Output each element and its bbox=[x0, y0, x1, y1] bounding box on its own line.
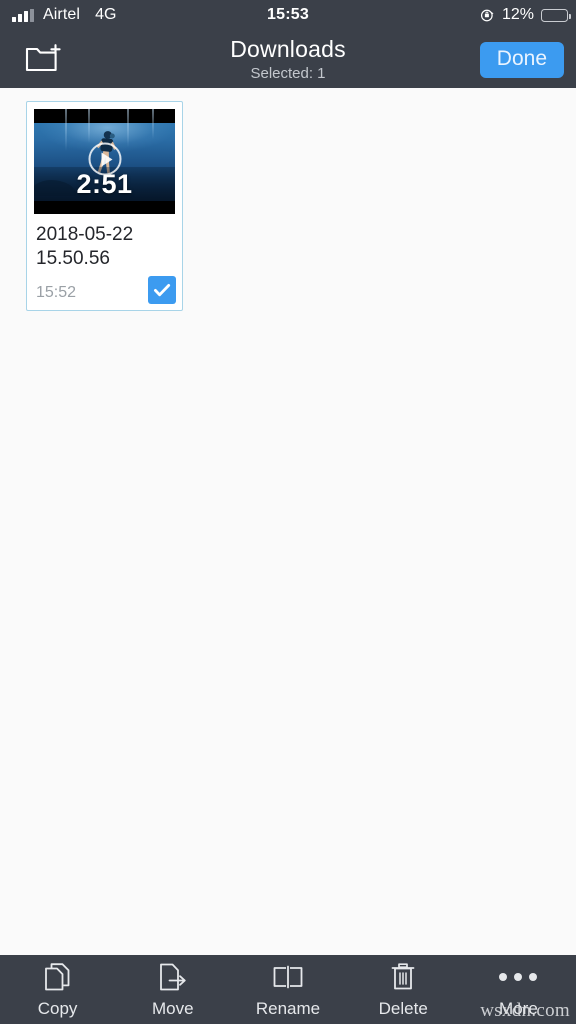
navigation-bar: Downloads Selected: 1 Done bbox=[0, 30, 576, 88]
trash-icon bbox=[390, 961, 416, 993]
video-thumbnail[interactable]: 2:51 bbox=[34, 109, 175, 214]
toolbar-item-more[interactable]: More bbox=[461, 955, 576, 1024]
toolbar-label: More bbox=[499, 999, 538, 1018]
move-icon bbox=[158, 961, 188, 993]
toolbar-label: Move bbox=[152, 999, 194, 1018]
file-grid: 2:51 2018-05-22 15.50.56 15:52 bbox=[26, 101, 576, 311]
video-duration-label: 2:51 bbox=[76, 169, 133, 199]
selection-checkbox[interactable] bbox=[148, 276, 176, 304]
toolbar-label: Copy bbox=[37, 999, 78, 1018]
toolbar-item-copy[interactable]: Copy bbox=[0, 955, 115, 1024]
rename-icon bbox=[272, 961, 304, 993]
file-time-label: 15:52 bbox=[36, 284, 77, 301]
light-ray bbox=[152, 109, 155, 139]
rotation-lock-icon bbox=[480, 8, 495, 23]
nav-left-actions bbox=[0, 43, 110, 75]
toolbar-item-move[interactable]: Move bbox=[115, 955, 230, 1024]
light-ray bbox=[65, 109, 68, 151]
battery-cap bbox=[569, 13, 571, 19]
toolbar-label: Delete bbox=[378, 999, 428, 1018]
bottom-toolbar: Copy Move Rename Delete More bbox=[0, 955, 576, 1024]
status-bar-right: 12% bbox=[480, 6, 576, 24]
copy-icon bbox=[44, 961, 72, 993]
file-card-footer: 15:52 bbox=[27, 271, 182, 310]
check-icon bbox=[154, 284, 171, 297]
status-bar: Airtel 4G 15:53 12% bbox=[0, 0, 576, 30]
ellipsis-icon bbox=[499, 961, 538, 993]
light-ray bbox=[127, 109, 130, 147]
light-ray bbox=[87, 109, 90, 143]
toolbar-item-delete[interactable]: Delete bbox=[346, 955, 461, 1024]
app-root: Airtel 4G 15:53 12% Downloads Selected: … bbox=[0, 0, 576, 1024]
toolbar-item-rename[interactable]: Rename bbox=[230, 955, 345, 1024]
new-folder-icon[interactable] bbox=[25, 43, 63, 75]
battery-icon bbox=[541, 8, 571, 22]
file-name-label: 2018-05-22 15.50.56 bbox=[36, 224, 134, 269]
done-button[interactable]: Done bbox=[479, 42, 564, 78]
file-grid-area: 2:51 2018-05-22 15.50.56 15:52 bbox=[0, 88, 576, 955]
battery-percentage-label: 12% bbox=[501, 6, 534, 23]
toolbar-label: Rename bbox=[255, 999, 321, 1018]
file-card[interactable]: 2:51 2018-05-22 15.50.56 15:52 bbox=[26, 101, 183, 311]
